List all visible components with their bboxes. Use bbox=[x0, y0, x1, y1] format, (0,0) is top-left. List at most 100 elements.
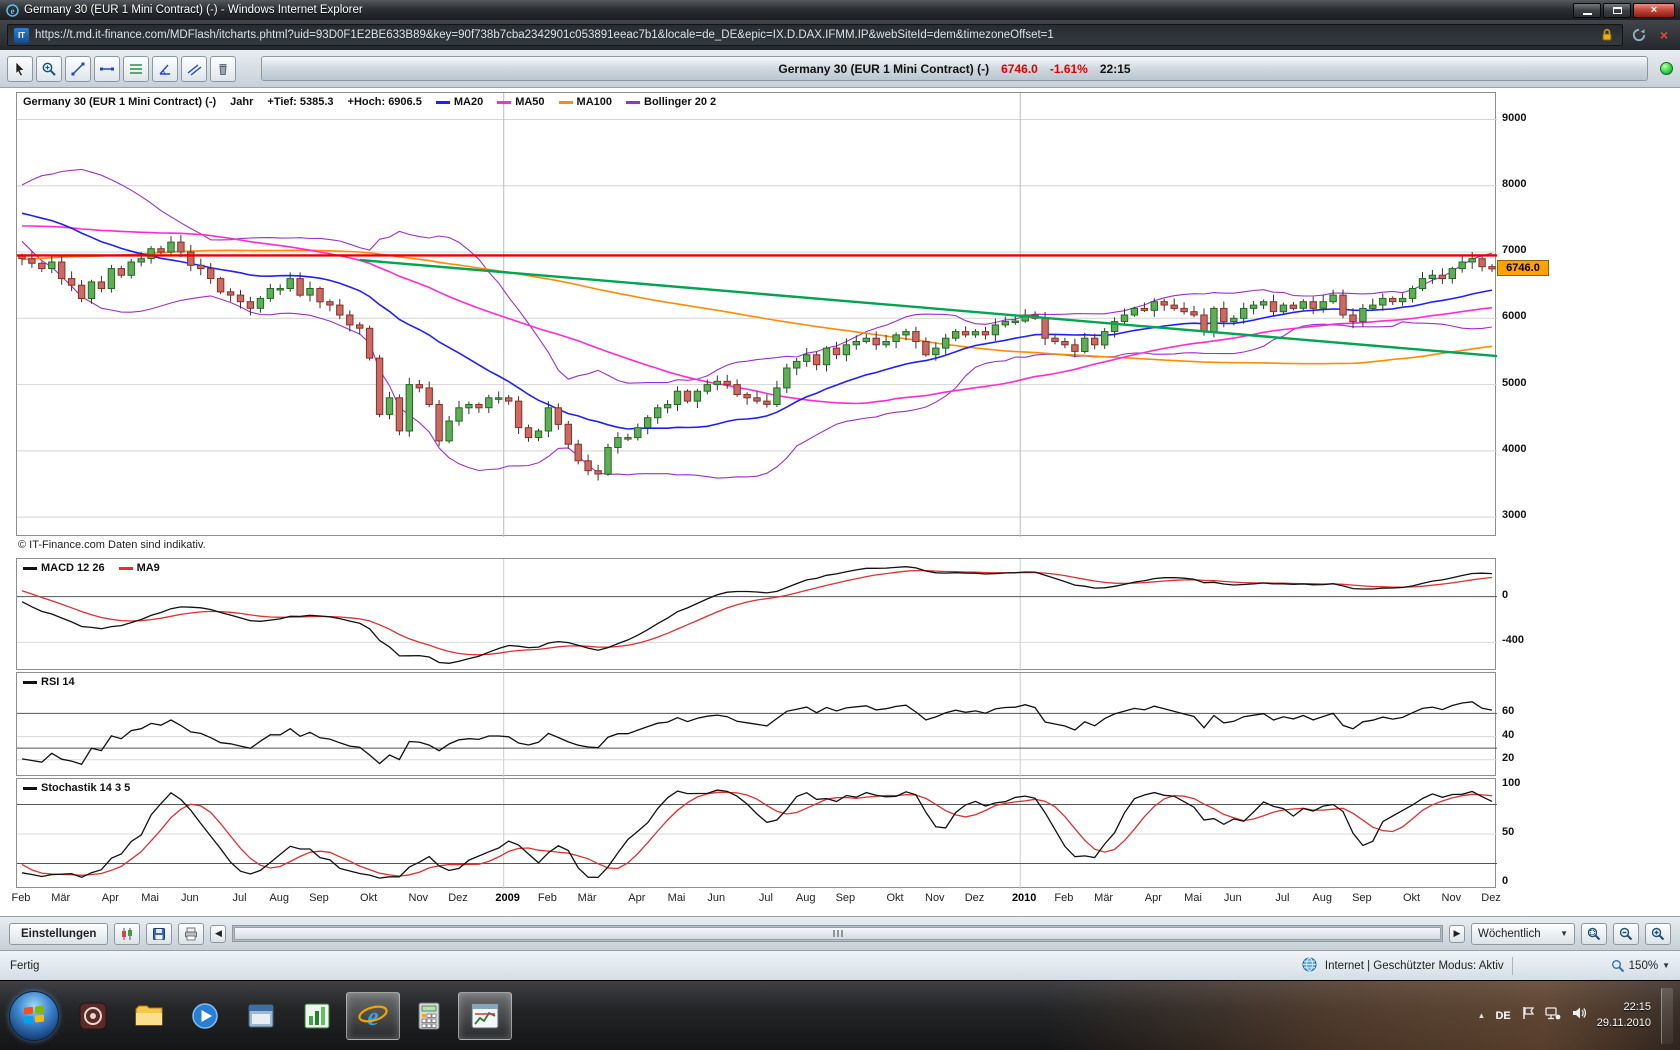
chart-window-icon[interactable] bbox=[458, 991, 512, 1040]
x-axis-label: Mär bbox=[577, 892, 597, 904]
parallel-lines-tool-icon[interactable] bbox=[181, 55, 207, 82]
horizontal-line-tool-icon[interactable] bbox=[94, 55, 120, 82]
maximize-button[interactable] bbox=[1603, 2, 1631, 18]
magnifier-icon bbox=[1611, 959, 1624, 972]
x-axis-label: Jun bbox=[180, 892, 199, 904]
legend-label: Bollinger 20 2 bbox=[644, 96, 717, 108]
media-center-icon[interactable] bbox=[66, 992, 120, 1040]
last-price-tag: 6746.0 bbox=[1497, 259, 1549, 276]
network-icon[interactable] bbox=[1545, 1006, 1561, 1025]
x-axis-label: Nov bbox=[408, 892, 429, 904]
x-axis-label: Mär bbox=[1094, 892, 1114, 904]
x-axis-label: Jun bbox=[707, 892, 726, 904]
trendline-tool-icon[interactable] bbox=[65, 55, 91, 82]
windows-explorer-icon[interactable] bbox=[122, 992, 176, 1040]
hidden-icons-arrow[interactable]: ▲ bbox=[1478, 1011, 1486, 1020]
window-titlebar: e Germany 30 (EUR 1 Mini Contract) (-) -… bbox=[0, 0, 1680, 20]
rsi-line-swatch bbox=[23, 680, 37, 684]
scroll-left-button[interactable]: ◀ bbox=[210, 924, 227, 943]
fibonacci-tool-icon[interactable] bbox=[123, 55, 149, 82]
x-axis-label: Sep bbox=[835, 892, 856, 904]
legend-item-ma100: MA100 bbox=[558, 96, 612, 108]
save-button[interactable] bbox=[146, 922, 173, 945]
url-text: https://t.md.it-finance.com/MDFlash/itch… bbox=[35, 29, 1054, 41]
x-axis-label: Nov bbox=[1441, 892, 1462, 904]
price-panel[interactable]: Germany 30 (EUR 1 Mini Contract) (-) Jah… bbox=[16, 92, 1497, 537]
macd-legend: MACD 12 26 MA9 bbox=[23, 562, 160, 574]
y-axis-tick: 50 bbox=[1502, 826, 1515, 838]
security-lock-icon[interactable] bbox=[1598, 26, 1616, 44]
action-center-icon[interactable] bbox=[1521, 1005, 1535, 1026]
x-axis-label: Okt bbox=[886, 892, 904, 904]
zoom-in-button[interactable] bbox=[1645, 922, 1671, 945]
candlestick-chart bbox=[17, 93, 1497, 537]
media-player-icon[interactable] bbox=[178, 992, 232, 1040]
page-zoom-value: 150% bbox=[1628, 959, 1659, 972]
chart-app-icon[interactable] bbox=[290, 992, 344, 1040]
zoom-tool-icon[interactable] bbox=[36, 55, 62, 82]
y-axis-tick: 60 bbox=[1502, 705, 1515, 718]
calculator-icon[interactable] bbox=[402, 992, 456, 1040]
zoom-range-button[interactable] bbox=[1581, 922, 1607, 945]
taskbar-clock[interactable]: 22:15 29.11.2010 bbox=[1597, 1000, 1651, 1031]
x-axis-label: Nov bbox=[925, 892, 945, 904]
angle-tool-icon[interactable] bbox=[152, 55, 178, 82]
y-axis-tick: 6000 bbox=[1502, 310, 1527, 323]
x-axis-label: Jun bbox=[1223, 892, 1242, 904]
legend-item-ma20: MA20 bbox=[435, 96, 484, 108]
internet-explorer-icon[interactable]: e bbox=[346, 991, 400, 1040]
y-axis-tick: 0 bbox=[1502, 875, 1509, 888]
macd-panel[interactable]: MACD 12 26 MA9 bbox=[16, 558, 1497, 671]
legend-label: MA100 bbox=[576, 96, 612, 108]
connection-status-icon bbox=[1660, 62, 1673, 75]
legend-label: MA20 bbox=[453, 96, 484, 108]
legend-high: +Hoch: 6906.5 bbox=[347, 96, 422, 108]
app-window-icon[interactable] bbox=[234, 992, 288, 1040]
stochastic-line-swatch bbox=[23, 786, 37, 790]
refresh-icon[interactable] bbox=[1630, 26, 1648, 44]
pointer-tool-icon[interactable] bbox=[7, 55, 33, 82]
x-axis-label: Sep bbox=[1352, 892, 1372, 904]
close-button[interactable]: × bbox=[1633, 2, 1675, 18]
chart-type-button[interactable] bbox=[114, 922, 141, 945]
y-axis-tick: 20 bbox=[1502, 751, 1515, 764]
x-axis-label: Mai bbox=[1184, 892, 1202, 904]
chart-area: Germany 30 (EUR 1 Mini Contract) (-) Jah… bbox=[0, 88, 1680, 916]
y-axis-tick: 4000 bbox=[1502, 442, 1527, 455]
url-field[interactable]: IT https://t.md.it-finance.com/MDFlash/i… bbox=[7, 24, 1623, 46]
settings-button[interactable]: Einstellungen bbox=[9, 922, 109, 945]
legend-item-bollinger-20-2: Bollinger 20 2 bbox=[626, 96, 716, 108]
chart-scrollbar-thumb[interactable] bbox=[234, 927, 1441, 940]
period-dropdown[interactable]: Wöchentlich ▼ bbox=[1471, 922, 1575, 945]
y-axis-tick: 8000 bbox=[1502, 177, 1527, 190]
x-axis-label: 2010 bbox=[1011, 892, 1037, 904]
taskbar: e ▲ DE 22:15 29.11.2010 bbox=[0, 980, 1680, 1050]
minimize-button[interactable] bbox=[1573, 2, 1601, 18]
show-desktop-button[interactable] bbox=[1661, 987, 1673, 1044]
macd-chart bbox=[17, 559, 1497, 671]
legend-instrument: Germany 30 (EUR 1 Mini Contract) (-) bbox=[23, 96, 217, 108]
stop-icon[interactable]: × bbox=[1655, 26, 1673, 44]
header-instrument: Germany 30 (EUR 1 Mini Contract) (-) bbox=[778, 61, 990, 76]
rsi-label: RSI 14 bbox=[41, 676, 75, 688]
x-axis-label: Sep bbox=[309, 892, 329, 904]
rsi-chart bbox=[17, 673, 1497, 777]
language-indicator[interactable]: DE bbox=[1495, 1010, 1510, 1022]
rsi-panel[interactable]: RSI 14 bbox=[16, 672, 1497, 777]
x-axis-label: Apr bbox=[1144, 892, 1162, 904]
start-button[interactable] bbox=[9, 990, 59, 1041]
zoom-out-button[interactable] bbox=[1613, 922, 1639, 945]
volume-icon[interactable] bbox=[1571, 1006, 1587, 1025]
x-axis-label: Mär bbox=[51, 892, 71, 904]
copyright-note: © IT-Finance.com Daten sind indikativ. bbox=[18, 539, 206, 551]
chart-scrollbar[interactable] bbox=[232, 925, 1443, 942]
y-axis-tick: 0 bbox=[1502, 588, 1509, 601]
page-zoom-control[interactable]: 150% ▼ bbox=[1611, 959, 1670, 973]
scroll-right-button[interactable]: ▶ bbox=[1449, 924, 1465, 943]
window-title: Germany 30 (EUR 1 Mini Contract) (-) - W… bbox=[24, 4, 363, 16]
stochastic-panel[interactable]: Stochastik 14 3 5 bbox=[16, 778, 1497, 889]
screen: e Germany 30 (EUR 1 Mini Contract) (-) -… bbox=[0, 0, 1680, 1050]
delete-tool-icon[interactable] bbox=[210, 55, 236, 82]
overlay-legend: MA20 MA50 MA100 Bollinger 20 2 bbox=[435, 96, 716, 108]
print-button[interactable] bbox=[178, 922, 205, 945]
